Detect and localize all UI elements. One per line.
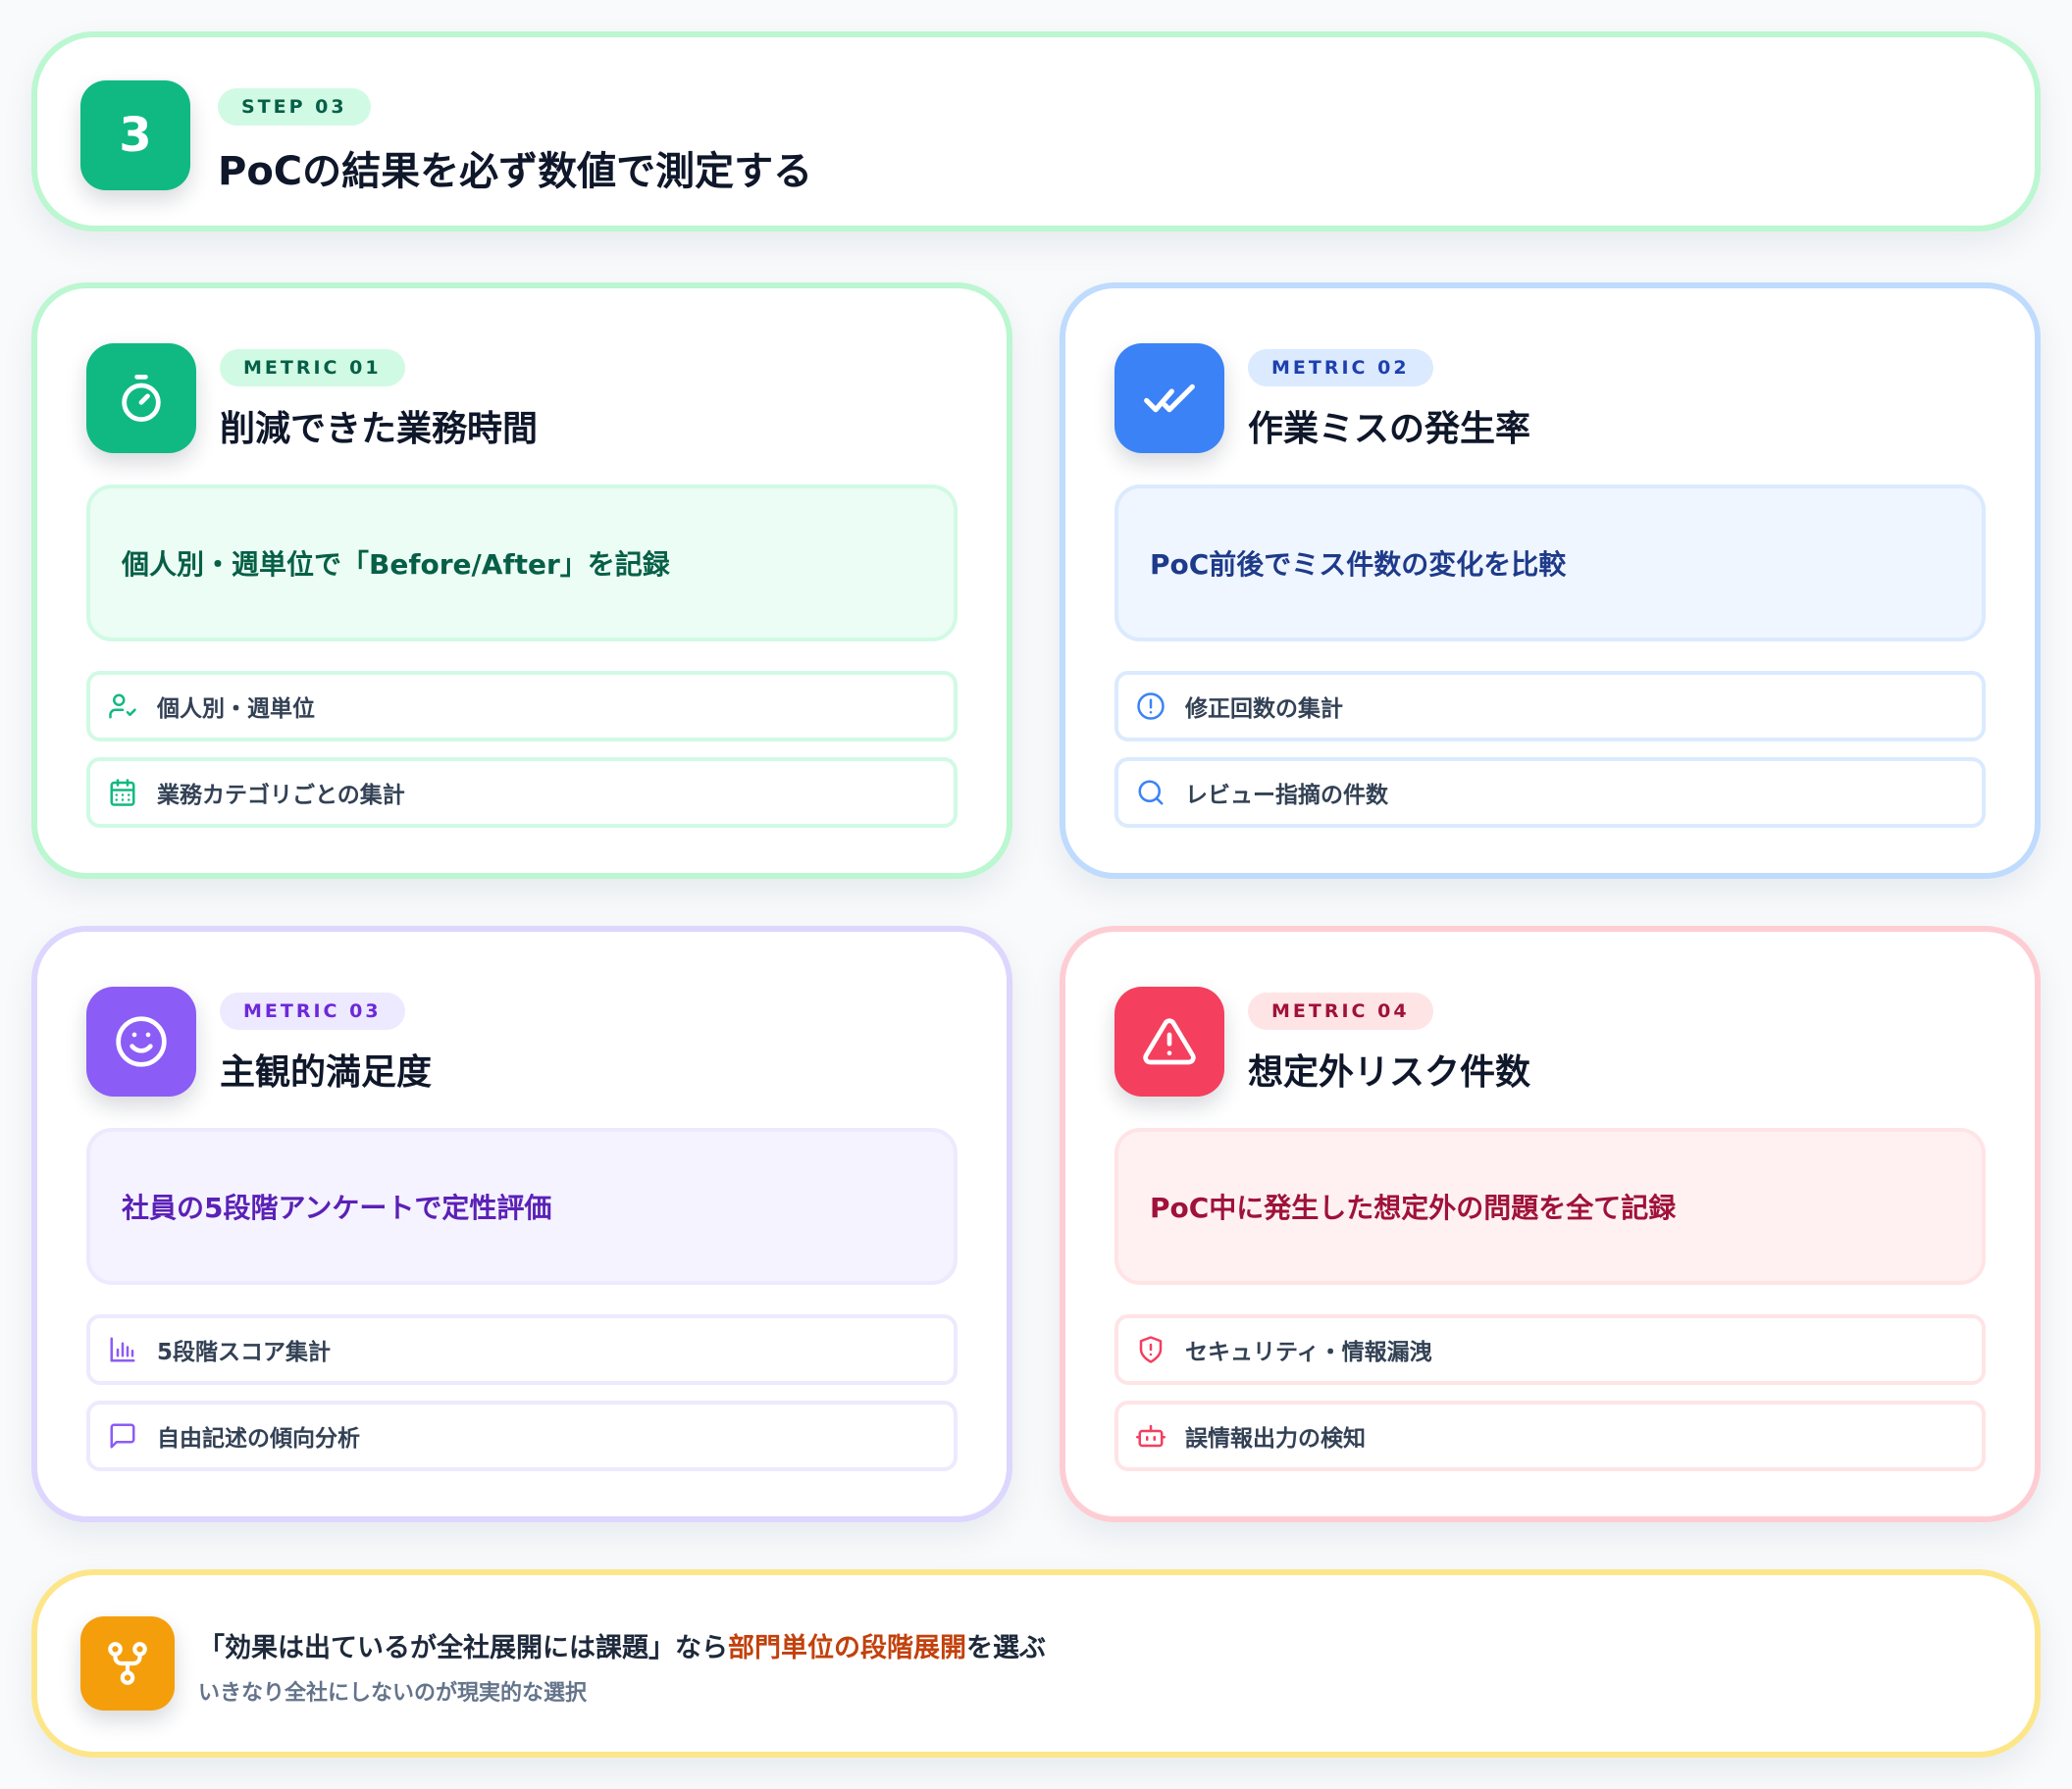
metric-highlight-1: 個人別・週単位で「Before/After」を記録 — [86, 485, 958, 641]
metric-item-label: 業務カテゴリごとの集計 — [157, 783, 405, 808]
metric-item-2-2: レビュー指摘の件数 — [1114, 757, 1986, 828]
metric-item-label: 自由記述の傾向分析 — [157, 1426, 360, 1452]
metric-item-label: 修正回数の集計 — [1185, 696, 1343, 722]
footer-subtext: いきなり全社にしないのが現実的な選択 — [198, 1681, 588, 1706]
metric-item-2-1: 修正回数の集計 — [1114, 671, 1986, 741]
metric-item-1-2: 業務カテゴリごとの集計 — [86, 757, 958, 828]
metric-title-2: 作業ミスの発生率 — [1248, 409, 1531, 449]
metric-highlight-3: 社員の5段階アンケートで定性評価 — [86, 1128, 958, 1285]
footer-message: 「効果は出ているが全社展開には課題」なら部門単位の段階展開を選ぶ — [198, 1626, 1046, 1664]
footer-text-emphasis: 部門単位の段階展開 — [728, 1633, 966, 1663]
metric-item-label: 誤情報出力の検知 — [1185, 1426, 1366, 1452]
metric-highlight-text-3: 社員の5段階アンケートで定性評価 — [122, 1192, 552, 1224]
shield-alert-icon — [1134, 1333, 1167, 1366]
metric-item-3-2: 自由記述の傾向分析 — [86, 1401, 958, 1471]
metric-icon-tile-3 — [86, 987, 196, 1097]
step-title: PoCの結果を必ず数値で測定する — [218, 149, 813, 194]
step-header-card: 3 STEP 03 PoCの結果を必ず数値で測定する — [31, 31, 2041, 231]
metric-highlight-4: PoC中に発生した想定外の問題を全て記録 — [1114, 1128, 1986, 1285]
double-check-icon — [1144, 383, 1195, 413]
search-icon — [1134, 776, 1167, 809]
metric-card-4: METRIC 04 想定外リスク件数 PoC中に発生した想定外の問題を全て記録 … — [1060, 926, 2041, 1522]
metric-item-label: 個人別・週単位 — [157, 696, 315, 722]
metric-pill-2: METRIC 02 — [1248, 349, 1433, 386]
metric-title-4: 想定外リスク件数 — [1248, 1052, 1531, 1093]
metric-highlight-text-4: PoC中に発生した想定外の問題を全て記録 — [1150, 1192, 1677, 1224]
footer-text-before: 「効果は出ているが全社展開には課題」なら — [198, 1633, 728, 1663]
metric-pill-3: METRIC 03 — [220, 993, 405, 1030]
step-pill: STEP 03 — [218, 88, 371, 126]
metric-item-4-1: セキュリティ・情報漏洩 — [1114, 1314, 1986, 1385]
metric-highlight-text-2: PoC前後でミス件数の変化を比較 — [1150, 548, 1567, 581]
smile-icon — [116, 1016, 167, 1067]
alert-circle-icon — [1134, 690, 1167, 723]
user-check-icon — [106, 690, 139, 723]
step-number-badge: 3 — [80, 80, 190, 190]
calendar-icon — [106, 776, 139, 809]
metric-title-1: 削減できた業務時間 — [220, 409, 539, 449]
metric-card-3: METRIC 03 主観的満足度 社員の5段階アンケートで定性評価 5段階スコア… — [31, 926, 1012, 1522]
metric-icon-tile-4 — [1114, 987, 1224, 1097]
warning-icon — [1143, 1018, 1196, 1065]
metric-card-2: METRIC 02 作業ミスの発生率 PoC前後でミス件数の変化を比較 修正回数… — [1060, 282, 2041, 879]
metric-item-3-1: 5段階スコア集計 — [86, 1314, 958, 1385]
metric-pill-1: METRIC 01 — [220, 349, 405, 386]
metric-item-label: レビュー指摘の件数 — [1185, 783, 1388, 808]
metric-highlight-2: PoC前後でミス件数の変化を比較 — [1114, 485, 1986, 641]
metric-item-label: セキュリティ・情報漏洩 — [1185, 1340, 1432, 1365]
bot-icon — [1134, 1419, 1167, 1453]
metric-icon-tile-2 — [1114, 343, 1224, 453]
stopwatch-icon — [122, 374, 161, 423]
footer-card: 「効果は出ているが全社展開には課題」なら部門単位の段階展開を選ぶ いきなり全社に… — [31, 1569, 2041, 1758]
metric-icon-tile-1 — [86, 343, 196, 453]
metric-pill-4: METRIC 04 — [1248, 993, 1433, 1030]
metric-item-label: 5段階スコア集計 — [157, 1340, 332, 1365]
footer-icon-tile — [80, 1616, 175, 1711]
git-fork-icon — [108, 1642, 147, 1685]
step-number: 3 — [119, 108, 152, 163]
bar-chart-icon — [106, 1333, 139, 1366]
metric-highlight-text-1: 個人別・週単位で「Before/After」を記録 — [122, 548, 670, 581]
metric-item-1-1: 個人別・週単位 — [86, 671, 958, 741]
footer-text-after: を選ぶ — [966, 1633, 1046, 1663]
metric-card-1: METRIC 01 削減できた業務時間 個人別・週単位で「Before/Afte… — [31, 282, 1012, 879]
metric-item-4-2: 誤情報出力の検知 — [1114, 1401, 1986, 1471]
message-icon — [106, 1419, 139, 1453]
metric-title-3: 主観的満足度 — [220, 1052, 433, 1093]
